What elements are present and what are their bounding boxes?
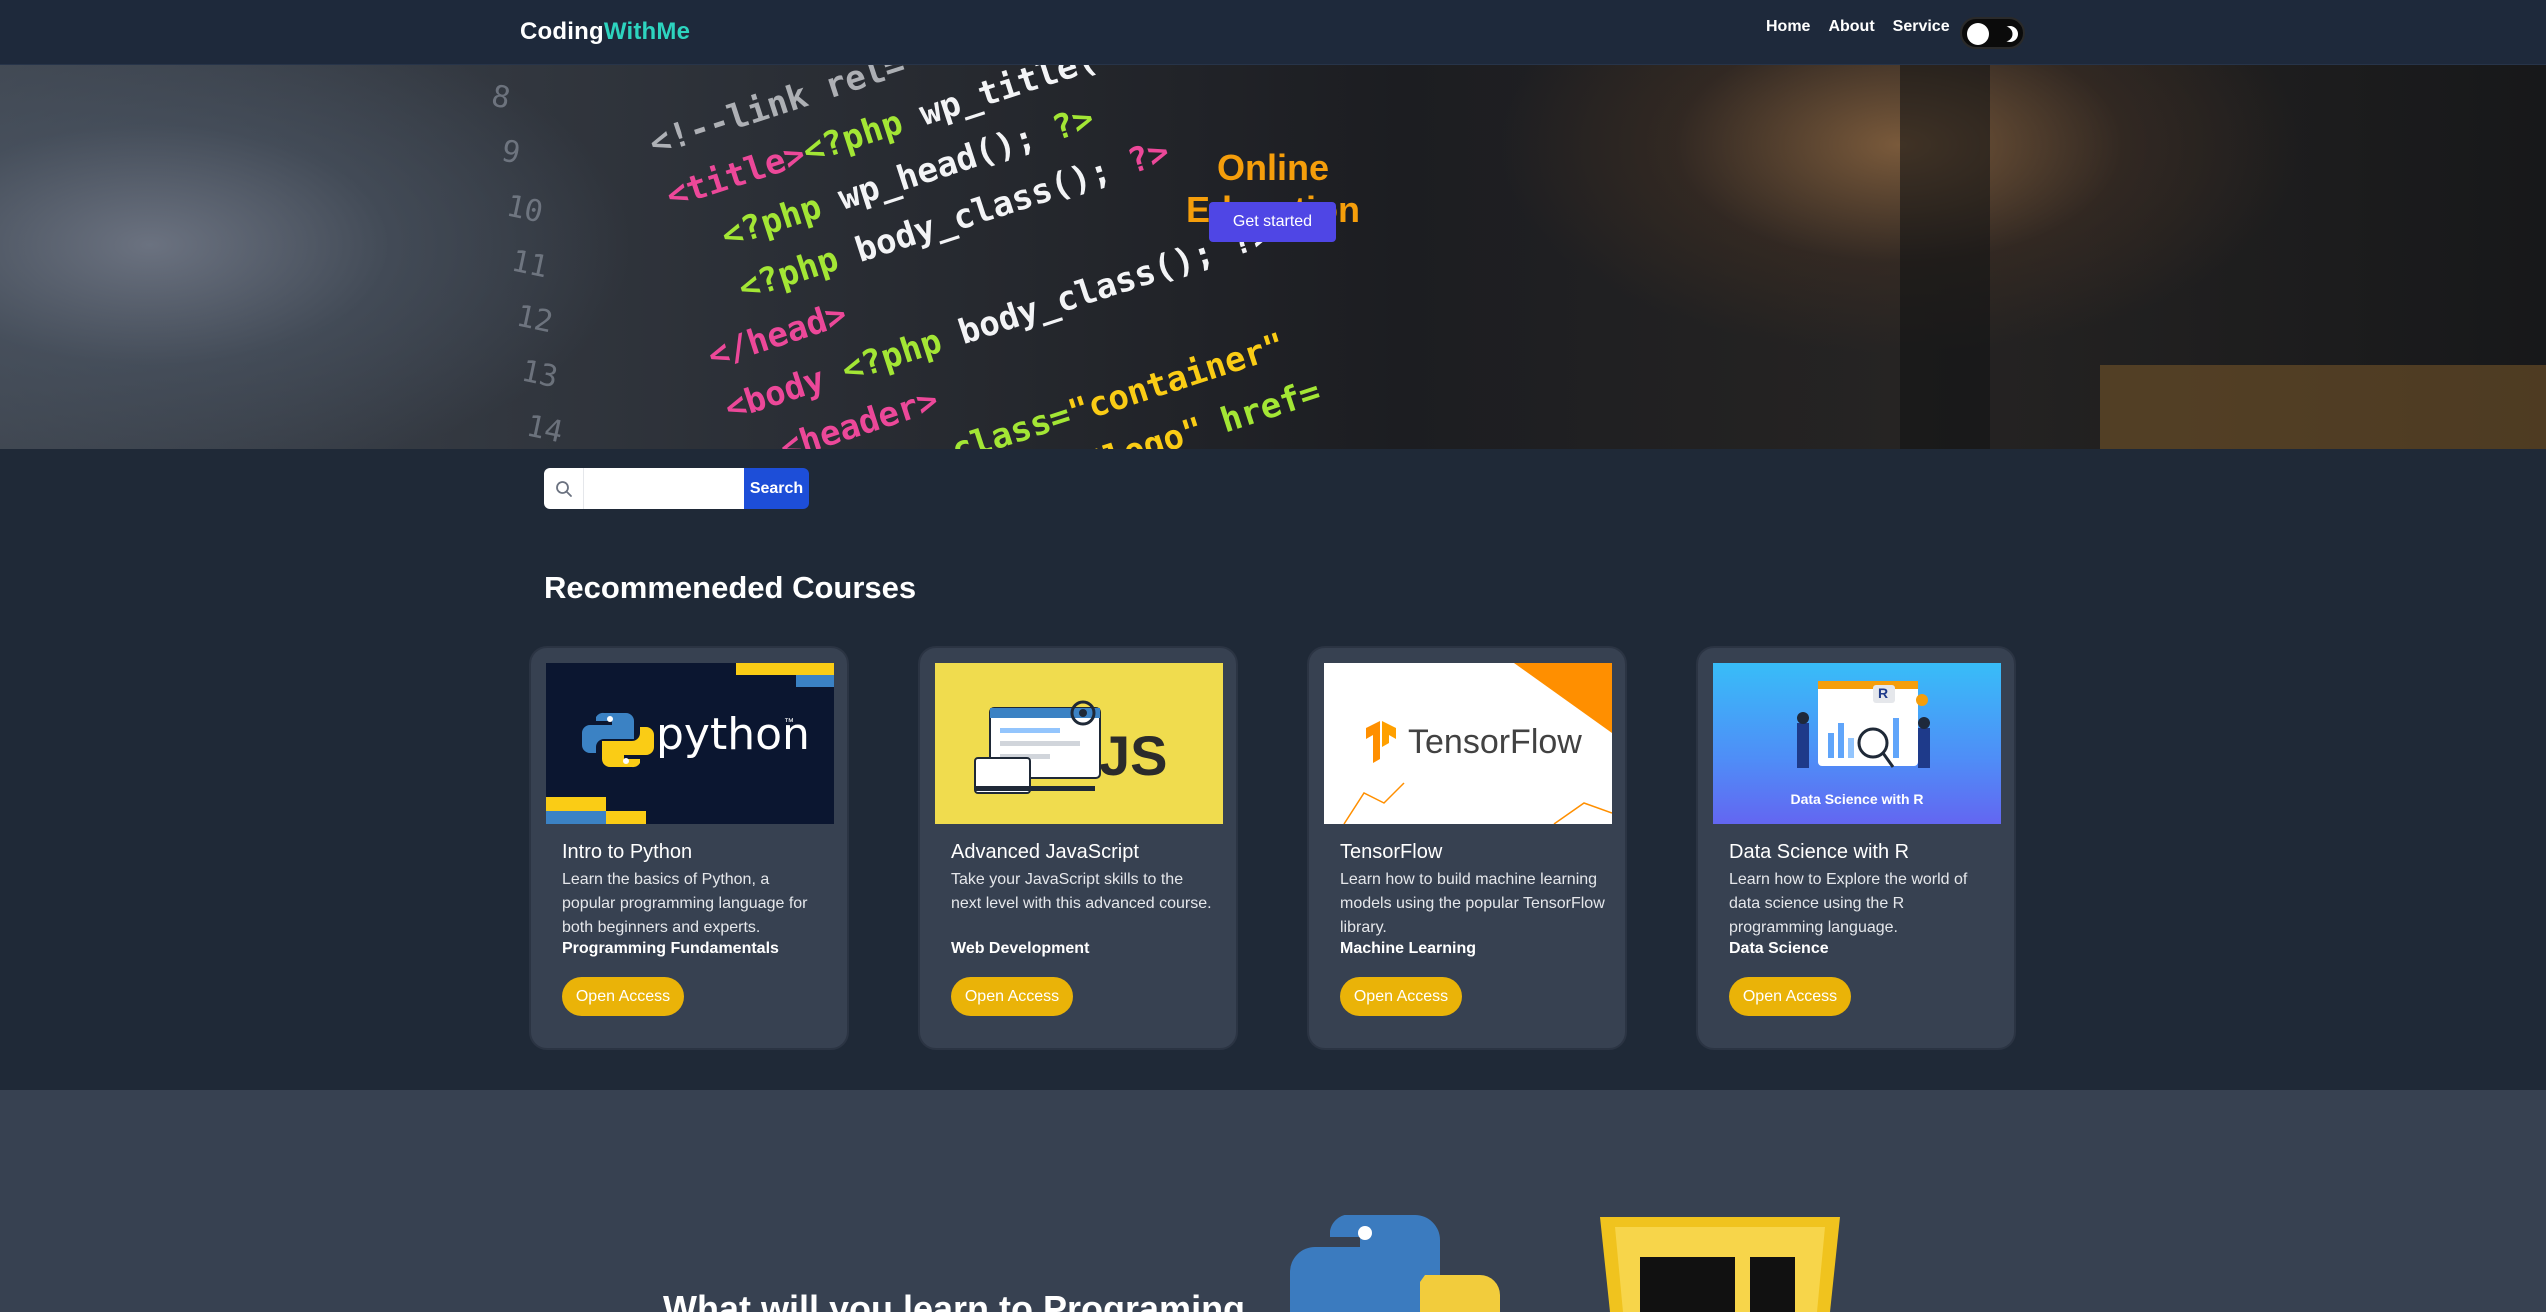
search-input[interactable]: [584, 468, 744, 509]
python-logo-icon: [1290, 1215, 1500, 1312]
search-bar: Search: [544, 468, 809, 509]
course-category: Data Science: [1729, 940, 1829, 957]
brand-part-1: Coding: [520, 18, 604, 45]
nav-home-link[interactable]: Home: [1766, 18, 1810, 36]
course-category: Programming Fundamentals: [562, 940, 779, 957]
svg-text:8: 8: [488, 79, 513, 117]
nav-about-link[interactable]: About: [1828, 18, 1874, 36]
svg-text:11: 11: [508, 244, 551, 286]
course-description: Take your JavaScript skills to the next …: [951, 871, 1212, 912]
open-access-button[interactable]: Open Access: [562, 977, 684, 1016]
course-title: Intro to Python: [562, 841, 693, 863]
course-card-data-science: R Data Science with R Data Science with …: [1696, 646, 2016, 1050]
data-science-image-caption: Data Science with R: [1790, 791, 1924, 807]
open-access-button[interactable]: Open Access: [951, 977, 1073, 1016]
theme-toggle[interactable]: [1960, 17, 2025, 49]
moon-icon: [2000, 26, 2018, 42]
nav-links: Home About Service: [1766, 18, 1950, 36]
data-science-course-image: R Data Science with R: [1713, 663, 2001, 824]
search-icon-box: [544, 468, 584, 509]
hero-code-background: 8 9 10 11 12 13 14 <!--link rel= <title>…: [488, 65, 2546, 449]
r-badge: R: [1878, 685, 1889, 701]
javascript-course-image: JS: [935, 663, 1223, 824]
js-shield-icon: [1600, 1217, 1840, 1312]
course-category: Web Development: [951, 940, 1090, 957]
python-trademark: ™: [784, 717, 794, 728]
open-access-button[interactable]: Open Access: [1729, 977, 1851, 1016]
brand-part-2: WithMe: [603, 18, 691, 45]
course-description: Learn how to Explore the world of data s…: [1729, 871, 1968, 936]
course-title: Data Science with R: [1729, 841, 1910, 863]
svg-text:9: 9: [498, 134, 523, 172]
get-started-button[interactable]: Get started: [1209, 202, 1336, 242]
learn-section: What will you learn to Programing: [0, 1090, 2546, 1312]
svg-text:10: 10: [503, 189, 546, 231]
toggle-knob: [1967, 23, 1989, 45]
course-card-javascript: JS Advanced JavaScript Take your JavaScr…: [918, 646, 1238, 1050]
js-image-wordmark: JS: [1099, 724, 1168, 787]
course-category: Machine Learning: [1340, 940, 1477, 957]
python-course-image: python ™: [546, 663, 834, 824]
course-title: Advanced JavaScript: [951, 841, 1139, 863]
tensorflow-image-wordmark: TensorFlow: [1408, 723, 1582, 761]
course-description: Learn the basics of Python, a popular pr…: [562, 871, 808, 936]
svg-text:14: 14: [523, 409, 566, 449]
hero-banner: 8 9 10 11 12 13 14 <!--link rel= <title>…: [0, 65, 2546, 449]
tensorflow-course-image: TensorFlow: [1324, 663, 1612, 824]
search-icon: [555, 480, 572, 497]
brand-logo[interactable]: CodingWithMe: [520, 18, 690, 46]
navbar: CodingWithMe Home About Service: [0, 0, 2546, 65]
course-card-tensorflow: TensorFlow TensorFlow Learn how to build…: [1307, 646, 1627, 1050]
course-card-python: python ™ Intro to Python Learn the basic…: [529, 646, 849, 1050]
svg-text:12: 12: [513, 299, 556, 341]
learn-section-title: What will you learn to Programing: [663, 1288, 1246, 1312]
nav-service-link[interactable]: Service: [1893, 18, 1950, 36]
courses-heading: Recommeneded Courses: [544, 570, 917, 605]
search-button[interactable]: Search: [744, 468, 809, 509]
svg-text:13: 13: [518, 354, 561, 396]
course-description: Learn how to build machine learning mode…: [1340, 871, 1605, 936]
open-access-button[interactable]: Open Access: [1340, 977, 1462, 1016]
course-title: TensorFlow: [1340, 841, 1443, 863]
